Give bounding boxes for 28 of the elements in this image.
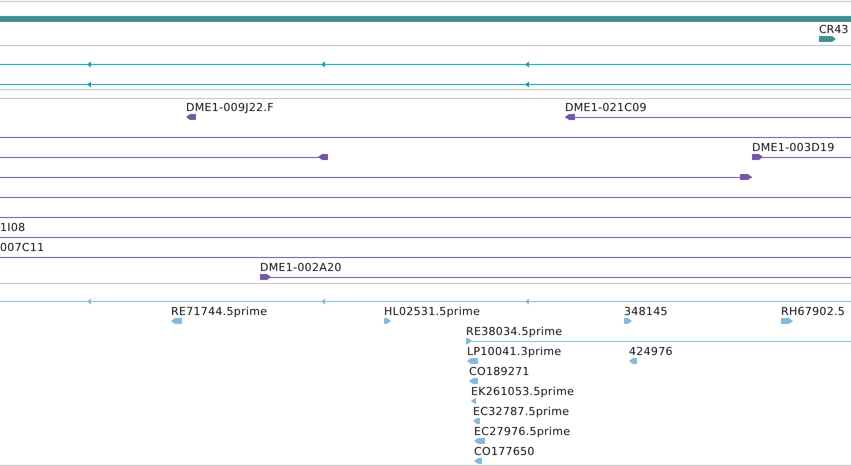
feature-glyph[interactable] (0, 174, 752, 180)
feature-label: EC27976.5prime (474, 425, 570, 438)
feature-label: 007C11 (0, 241, 44, 254)
feature-glyph[interactable] (0, 82, 851, 88)
feature-label: RE71744.5prime (171, 305, 268, 318)
feature-label: HL02531.5prime (384, 305, 480, 318)
feature-glyph[interactable] (752, 154, 851, 160)
feature-label: 1I08 (0, 221, 26, 234)
feature-label: 424976 (629, 345, 673, 358)
feature-label: DME1-009J22.F (186, 101, 274, 114)
feature-label: 348145 (624, 305, 668, 318)
feature-label: CR43 (819, 23, 848, 36)
feature-label: DME1-021C09 (565, 101, 647, 114)
feature-glyph[interactable] (0, 62, 851, 68)
feature-label: DME1-002A20 (260, 261, 342, 274)
feature-glyph[interactable] (260, 274, 851, 280)
feature-label: RH67902.5 (781, 305, 846, 318)
feature-label: EK261053.5prime (471, 385, 574, 398)
feature-glyph[interactable] (0, 154, 328, 160)
feature-label: RE38034.5prime (466, 325, 562, 338)
feature-glyph[interactable] (819, 36, 836, 42)
feature-label: DME1-003D19 (752, 141, 835, 154)
feature-label: EC32787.5prime (473, 405, 570, 418)
feature-glyph[interactable] (564, 114, 851, 120)
feature-label: CO189271 (469, 365, 530, 378)
feature-label: LP10041.3prime (467, 345, 562, 358)
feature-glyph[interactable] (186, 114, 196, 120)
feature-label: CO177650 (474, 445, 535, 458)
